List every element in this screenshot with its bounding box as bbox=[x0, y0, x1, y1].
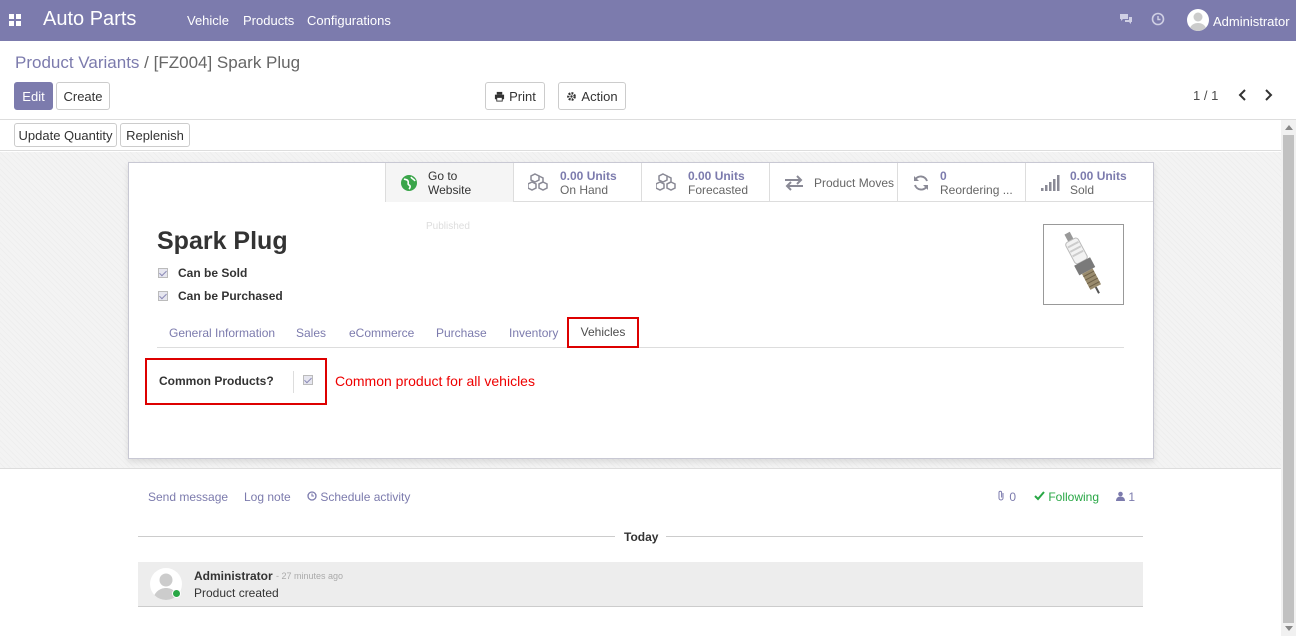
gear-icon bbox=[567, 91, 577, 101]
send-message-link[interactable]: Send message bbox=[148, 490, 228, 504]
reordering-rules-button[interactable]: 0 Reordering ... bbox=[897, 163, 1025, 202]
breadcrumb-separator: / bbox=[144, 53, 149, 72]
form-statusbar: Update Quantity Replenish bbox=[0, 119, 1296, 151]
can-be-purchased-checkbox[interactable] bbox=[158, 291, 168, 301]
breadcrumb-product-variants[interactable]: Product Variants bbox=[15, 53, 139, 72]
menu-vehicle[interactable]: Vehicle bbox=[187, 13, 229, 28]
following-button[interactable]: Following bbox=[1034, 490, 1099, 504]
tab-vehicles[interactable]: Vehicles bbox=[567, 317, 639, 348]
chatter-message: Administrator - 27 minutes ago Product c… bbox=[138, 562, 1143, 607]
forecasted-button[interactable]: 0.00 Units Forecasted bbox=[641, 163, 769, 202]
tab-purchase[interactable]: Purchase bbox=[436, 326, 487, 340]
menu-configurations[interactable]: Configurations bbox=[307, 13, 391, 28]
go-to-website-button[interactable]: Go to Website bbox=[385, 163, 513, 202]
app-title: Auto Parts bbox=[43, 8, 137, 30]
on-hand-button[interactable]: 0.00 Units On Hand bbox=[513, 163, 641, 202]
tab-general-information[interactable]: General Information bbox=[169, 326, 275, 340]
print-icon bbox=[495, 91, 505, 102]
tab-ecommerce[interactable]: eCommerce bbox=[349, 326, 414, 340]
tab-sales[interactable]: Sales bbox=[296, 326, 326, 340]
action-button[interactable]: Action bbox=[558, 82, 626, 110]
product-name: Spark Plug bbox=[157, 227, 288, 255]
page-scrollbar[interactable] bbox=[1281, 120, 1296, 636]
paperclip-icon bbox=[998, 490, 1004, 501]
annotation-text: Common product for all vehicles bbox=[335, 373, 535, 389]
sold-button[interactable]: 0.00 Units Sold bbox=[1025, 163, 1153, 202]
user-icon bbox=[1116, 491, 1125, 501]
user-menu[interactable]: Administrator bbox=[1213, 14, 1290, 29]
published-label: Published bbox=[426, 221, 470, 232]
followers-button[interactable]: 1 bbox=[1116, 490, 1135, 504]
user-avatar[interactable] bbox=[1187, 9, 1209, 31]
common-products-field: Common Products? bbox=[145, 358, 327, 405]
can-be-purchased-label: Can be Purchased bbox=[178, 289, 283, 303]
product-image[interactable] bbox=[1043, 224, 1124, 305]
signal-icon bbox=[1041, 174, 1060, 191]
breadcrumb: Product Variants / [FZ004] Spark Plug bbox=[15, 53, 300, 73]
top-navbar: Auto Parts Vehicle Products Configuratio… bbox=[0, 0, 1296, 41]
common-products-checkbox[interactable] bbox=[303, 375, 313, 385]
today-separator: Today bbox=[624, 530, 659, 544]
log-note-link[interactable]: Log note bbox=[244, 490, 291, 504]
smart-buttons: Go to Website 0.00 Units On Hand 0.00 Unit… bbox=[385, 163, 1153, 202]
menu-products[interactable]: Products bbox=[243, 13, 294, 28]
online-status-icon bbox=[172, 589, 181, 598]
chat-icon[interactable] bbox=[1119, 12, 1133, 26]
attachments-button[interactable]: 0 bbox=[997, 490, 1016, 504]
message-time: - 27 minutes ago bbox=[276, 571, 344, 581]
can-be-sold-checkbox[interactable] bbox=[158, 268, 168, 278]
message-body: Product created bbox=[194, 586, 279, 600]
cubes-icon bbox=[528, 172, 548, 191]
message-author[interactable]: Administrator bbox=[194, 569, 273, 583]
pager-previous-icon[interactable] bbox=[1237, 86, 1249, 104]
spark-plug-image bbox=[1064, 231, 1102, 294]
exchange-icon bbox=[785, 174, 803, 191]
cubes-icon bbox=[656, 172, 676, 191]
globe-icon bbox=[401, 174, 417, 191]
print-button[interactable]: Print bbox=[485, 82, 545, 110]
pager-next-icon[interactable] bbox=[1262, 86, 1274, 104]
refresh-icon bbox=[914, 174, 928, 191]
check-icon bbox=[1034, 491, 1045, 501]
activity-clock-icon[interactable] bbox=[1151, 12, 1165, 26]
edit-button[interactable]: Edit bbox=[14, 82, 53, 110]
can-be-sold-label: Can be Sold bbox=[178, 266, 248, 280]
schedule-activity-link[interactable]: Schedule activity bbox=[307, 490, 410, 504]
create-button[interactable]: Create bbox=[56, 82, 110, 110]
update-quantity-button[interactable]: Update Quantity bbox=[14, 123, 117, 147]
apps-menu-icon[interactable] bbox=[9, 14, 21, 26]
notebook-tabs: General Information Sales eCommerce Purc… bbox=[157, 318, 1124, 348]
product-moves-button[interactable]: Product Moves bbox=[769, 163, 897, 202]
form-sheet: Go to Website 0.00 Units On Hand 0.00 Unit… bbox=[128, 162, 1154, 459]
common-products-label: Common Products? bbox=[159, 374, 274, 388]
replenish-button[interactable]: Replenish bbox=[120, 123, 190, 147]
clock-icon bbox=[307, 491, 317, 501]
pager-value: 1 / 1 bbox=[1193, 88, 1219, 103]
tab-inventory[interactable]: Inventory bbox=[509, 326, 558, 340]
breadcrumb-current: [FZ004] Spark Plug bbox=[153, 53, 301, 72]
